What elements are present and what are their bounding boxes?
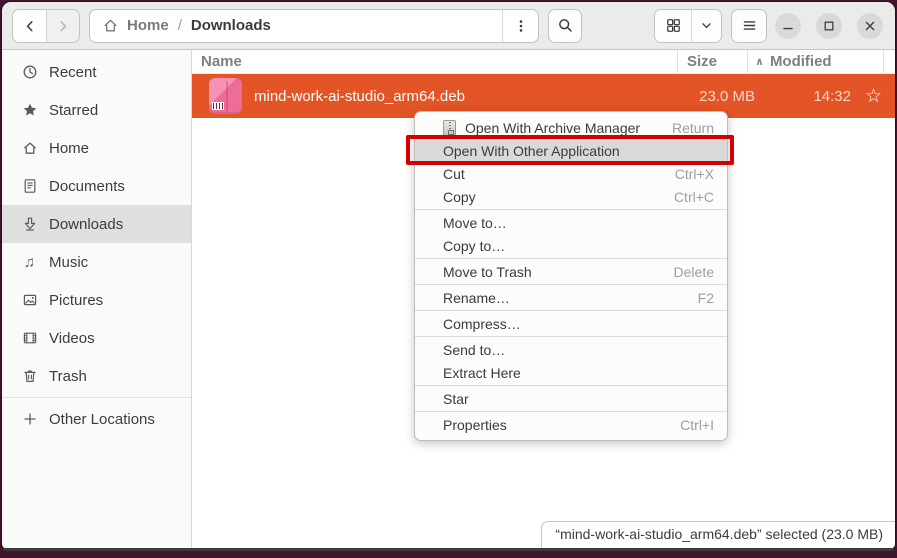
sidebar-item-label: Trash (49, 368, 87, 385)
file-name: mind-work-ai-studio_arm64.deb (254, 88, 465, 105)
sidebar-item-label: Videos (49, 330, 95, 347)
kebab-menu-icon (513, 18, 529, 34)
sidebar-item-starred[interactable]: Starred (2, 91, 191, 129)
search-icon (557, 17, 574, 34)
sidebar-item-label: Documents (49, 178, 125, 195)
back-button[interactable] (13, 10, 46, 42)
trash-icon (21, 368, 38, 384)
chevron-left-icon (22, 18, 38, 34)
menu-item-rename[interactable]: Rename… F2 (415, 286, 727, 309)
column-header-name[interactable]: Name (192, 53, 677, 70)
view-toggle-split-button (654, 9, 722, 43)
menu-item-send-to[interactable]: Send to… (415, 338, 727, 361)
chevron-down-icon (699, 18, 714, 33)
menu-item-properties[interactable]: Properties Ctrl+I (415, 413, 727, 436)
sidebar-item-label: Other Locations (49, 411, 155, 428)
download-icon (21, 216, 38, 232)
clock-icon (21, 64, 38, 80)
sidebar-item-videos[interactable]: Videos (2, 319, 191, 357)
menu-separator (415, 284, 727, 285)
film-icon (21, 330, 38, 346)
sidebar-item-other-locations[interactable]: Other Locations (2, 400, 191, 438)
hamburger-menu-button[interactable] (731, 9, 767, 43)
menu-separator (415, 258, 727, 259)
archive-zip-icon (443, 120, 456, 136)
menu-item-cut[interactable]: Cut Ctrl+X (415, 162, 727, 185)
file-manager-window: Home / Downloads (2, 2, 895, 548)
list-column-headers: Name Size ∧ Modified (192, 50, 895, 74)
menu-item-compress[interactable]: Compress… (415, 312, 727, 335)
menu-separator (415, 385, 727, 386)
sidebar-item-label: Downloads (49, 216, 123, 233)
sidebar-item-label: Pictures (49, 292, 103, 309)
file-size: 23.0 MB (689, 88, 759, 105)
file-list-pane: Name Size ∧ Modified mind-work-ai-studio… (192, 50, 895, 548)
sort-ascending-icon: ∧ (755, 55, 764, 68)
headerbar: Home / Downloads (2, 2, 895, 50)
sidebar-item-home[interactable]: Home (2, 129, 191, 167)
menu-item-copy-to[interactable]: Copy to… (415, 234, 727, 257)
menu-separator (415, 411, 727, 412)
menu-separator (415, 209, 727, 210)
path-bar[interactable]: Home / Downloads (89, 9, 539, 43)
grid-view-icon (665, 17, 682, 34)
music-note-icon: ♫ (21, 255, 38, 270)
menu-item-open-with-archive-manager[interactable]: Open With Archive Manager Return (415, 116, 727, 139)
navigation-buttons (12, 9, 80, 43)
plus-icon (21, 411, 38, 427)
hamburger-icon (741, 17, 758, 34)
menu-item-extract-here[interactable]: Extract Here (415, 361, 727, 384)
context-menu: Open With Archive Manager Return Open Wi… (414, 111, 728, 441)
breadcrumb-home[interactable]: Home (127, 17, 169, 34)
status-bar: “mind-work-ai-studio_arm64.deb” selected… (541, 521, 895, 548)
minimize-button[interactable] (775, 13, 801, 39)
menu-separator (415, 310, 727, 311)
search-button[interactable] (548, 9, 582, 43)
sidebar-separator (2, 397, 191, 398)
close-button[interactable] (857, 13, 883, 39)
document-icon (21, 178, 38, 194)
star-icon (21, 102, 38, 118)
minimize-icon (782, 20, 794, 32)
sidebar-item-recent[interactable]: Recent (2, 53, 191, 91)
column-header-star (883, 50, 895, 73)
sidebar: Recent Starred Home Documents (2, 50, 192, 548)
location-menu-button[interactable] (502, 10, 538, 42)
sidebar-item-label: Music (49, 254, 88, 271)
sidebar-item-pictures[interactable]: Pictures (2, 281, 191, 319)
menu-item-move-to[interactable]: Move to… (415, 211, 727, 234)
menu-item-move-to-trash[interactable]: Move to Trash Delete (415, 260, 727, 283)
menu-item-open-with-other-application[interactable]: Open With Other Application (415, 139, 727, 162)
home-icon (21, 140, 38, 156)
sidebar-item-downloads[interactable]: Downloads (2, 205, 191, 243)
star-toggle-icon[interactable]: ☆ (865, 87, 882, 106)
sidebar-item-documents[interactable]: Documents (2, 167, 191, 205)
menu-item-star[interactable]: Star (415, 387, 727, 410)
view-options-dropdown-button[interactable] (691, 10, 721, 42)
chevron-right-icon (55, 18, 71, 34)
column-header-modified[interactable]: ∧ Modified (747, 50, 883, 73)
window-controls (775, 13, 883, 39)
breadcrumb-divider: / (178, 17, 182, 34)
deb-package-icon (209, 78, 242, 114)
sidebar-item-trash[interactable]: Trash (2, 357, 191, 395)
menu-separator (415, 336, 727, 337)
home-icon (102, 17, 119, 34)
picture-icon (21, 292, 38, 308)
column-header-size[interactable]: Size (677, 50, 747, 73)
maximize-button[interactable] (816, 13, 842, 39)
menu-item-copy[interactable]: Copy Ctrl+C (415, 185, 727, 208)
sidebar-item-label: Home (49, 140, 89, 157)
sidebar-item-music[interactable]: ♫ Music (2, 243, 191, 281)
sidebar-item-label: Recent (49, 64, 97, 81)
forward-button[interactable] (46, 10, 79, 42)
close-icon (864, 20, 876, 32)
grid-view-button[interactable] (655, 10, 691, 42)
maximize-icon (823, 20, 835, 32)
breadcrumb-current[interactable]: Downloads (191, 17, 271, 34)
sidebar-item-label: Starred (49, 102, 98, 119)
selection-status-text: “mind-work-ai-studio_arm64.deb” selected… (555, 526, 883, 542)
